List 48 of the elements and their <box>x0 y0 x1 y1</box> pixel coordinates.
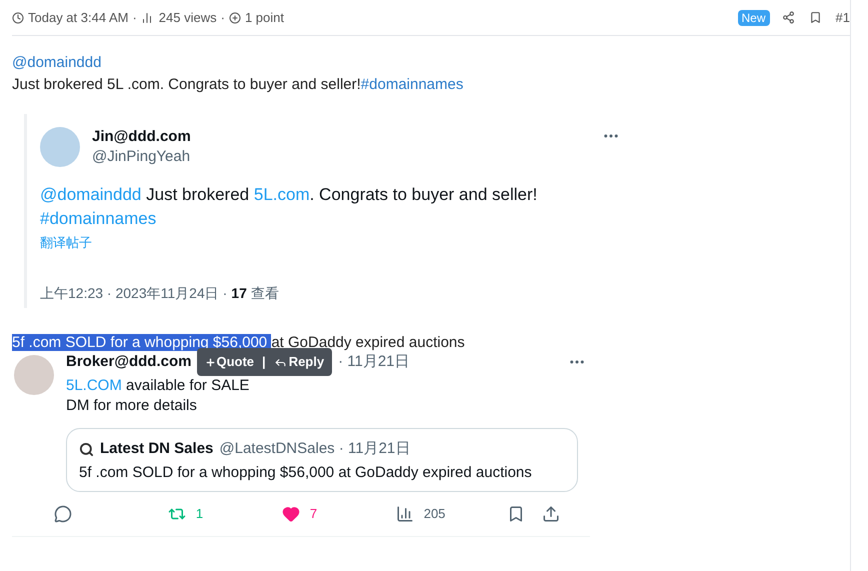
tweet-date: · 11月21日 <box>338 352 410 372</box>
separator-dot: · <box>132 8 137 27</box>
user-name: Latest DN Sales <box>100 439 214 459</box>
share-icon[interactable] <box>782 11 795 24</box>
tweet-text: available for SALE <box>126 377 250 394</box>
user-name: Jin@ddd.com <box>92 127 191 147</box>
action-count: 1 <box>196 505 204 523</box>
action-count: 205 <box>424 505 446 523</box>
plus-icon <box>205 356 216 368</box>
magnifier-icon <box>79 442 94 456</box>
quoted-tweet-card[interactable]: Latest DN Sales @LatestDNSales · 11月21日 5f .com SOLD for a whopping $56,000 at GoDaddy expired auctions <box>66 428 578 492</box>
hashtag-link[interactable]: #domainnames <box>40 209 156 228</box>
clock-icon <box>12 12 24 24</box>
quoted-sentence: 5f .com SOLD for a whopping $56,000 at GoDaddy expired auctions <box>12 334 465 352</box>
tweet-text: @domainddd Just brokered 5L.com. Congrats to buyer and seller! #domainnames <box>40 184 538 230</box>
reply-icon[interactable] <box>54 505 72 523</box>
quoted-text: 5f .com SOLD for a whopping $56,000 at GoDaddy expired auctions <box>79 463 533 483</box>
view-count: 17 查看 <box>231 284 279 303</box>
plus-icon <box>228 12 241 24</box>
reply-button[interactable]: Reply <box>274 352 324 372</box>
hashtag-link[interactable]: #domainnames <box>360 76 464 93</box>
post-text: Just brokered 5L .com. Congrats to buyer and seller!#domainnames <box>12 75 464 95</box>
heart-icon[interactable] <box>282 505 300 523</box>
bookmark-icon[interactable] <box>808 11 822 24</box>
avatar <box>14 355 54 395</box>
chart-icon <box>140 12 153 24</box>
post-number[interactable]: #1 <box>836 8 850 28</box>
separator-dot: · <box>220 8 225 27</box>
views-icon[interactable] <box>396 505 414 523</box>
post-time: Today at 3:44 AM <box>28 8 128 27</box>
avatar <box>40 127 80 167</box>
popup-separator: | <box>262 353 266 371</box>
user-name: Broker@ddd.com <box>66 352 192 372</box>
tweet-timestamp: 上午12:23 · 2023年11月24日 · <box>40 284 228 303</box>
user-handle: @LatestDNSales · 11月21日 <box>219 439 410 459</box>
quote-button[interactable]: Quote <box>205 352 254 372</box>
domain-link[interactable]: 5L.COM <box>66 377 122 394</box>
domain-link[interactable]: 5L.com <box>254 185 310 204</box>
mention-link[interactable]: @domainddd <box>40 185 142 204</box>
share-icon[interactable] <box>542 505 560 523</box>
mention-link[interactable]: @domainddd <box>12 54 102 71</box>
tweet-text: DM for more details <box>66 396 198 416</box>
user-handle: @JinPingYeah <box>92 147 191 167</box>
new-badge: New <box>738 10 770 26</box>
action-count: 7 <box>310 505 318 523</box>
point-count: 1 point <box>244 8 284 27</box>
view-count: 245 views <box>158 8 217 27</box>
translate-link[interactable]: 翻译帖子 <box>40 236 92 251</box>
